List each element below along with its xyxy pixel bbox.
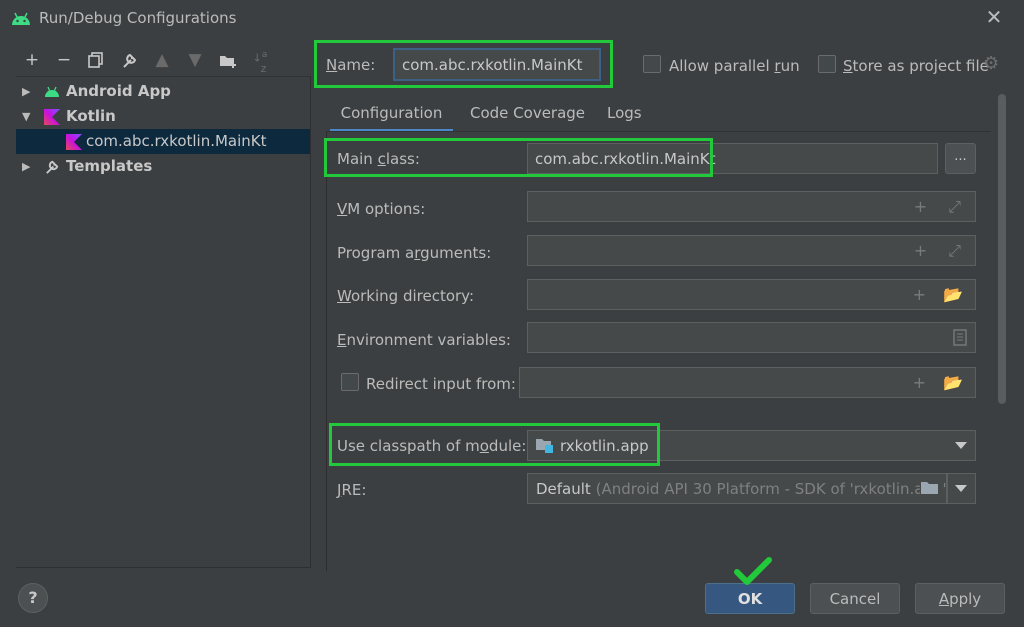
expand-field-icons[interactable]: + ⤢ (914, 197, 969, 217)
help-button[interactable]: ? (18, 583, 48, 613)
tree-item-label: Kotlin (66, 107, 116, 125)
classpath-module-select[interactable]: rxkotlin.app (527, 430, 976, 461)
close-icon[interactable]: ✕ (984, 7, 1004, 27)
jre-hint: (Android API 30 Platform - SDK of 'rxkot… (595, 480, 947, 498)
environment-variables-label: Environment variables: (337, 331, 511, 349)
copy-icon[interactable] (86, 50, 106, 70)
allow-parallel-run-checkbox[interactable] (643, 55, 661, 73)
jre-field[interactable]: Default (Android API 30 Platform - SDK o… (527, 473, 947, 504)
apply-button[interactable]: Apply (915, 583, 1005, 614)
chevron-down-icon[interactable] (955, 442, 967, 449)
configuration-tree: ▶ Android App ▼ Kotlin com.abc.rxkotlin.… (16, 76, 311, 568)
title-bar: Run/Debug Configurations ✕ (0, 0, 1024, 38)
program-arguments-label: Program arguments: (337, 244, 492, 262)
vm-options-label: VM options: (337, 200, 426, 218)
classpath-module-label: Use classpath of module: (337, 437, 527, 455)
classpath-module-value: rxkotlin.app (560, 437, 649, 455)
environment-variables-field[interactable] (527, 322, 976, 353)
name-input[interactable]: com.abc.rxkotlin.MainKt (393, 48, 601, 81)
browse-button[interactable]: ... (945, 143, 976, 174)
program-arguments-field[interactable]: + ⤢ (527, 235, 976, 266)
jre-value: Default (536, 480, 591, 498)
android-icon (45, 86, 59, 97)
cancel-button[interactable]: Cancel (810, 583, 900, 614)
tree-item-label: Android App (66, 82, 171, 100)
redirect-input-field[interactable]: + 📂 (519, 367, 976, 398)
expand-arrow-icon[interactable]: ▶ (22, 154, 30, 179)
tree-item-android-app[interactable]: ▶ Android App (16, 79, 310, 104)
main-class-label: Main class: (337, 150, 420, 168)
redirect-input-label: Redirect input from: (366, 375, 516, 393)
store-as-project-file-label[interactable]: Store as project file (843, 57, 989, 75)
tab-configuration[interactable]: Configuration (330, 102, 453, 132)
jre-label: JRE: (337, 481, 367, 499)
working-directory-label: Working directory: (337, 287, 475, 305)
module-icon (536, 439, 553, 453)
move-down-icon[interactable]: ▼ (185, 50, 205, 70)
redirect-input-checkbox[interactable] (341, 373, 359, 391)
tree-item-label: com.abc.rxkotlin.MainKt (86, 132, 267, 150)
tree-item-kotlin[interactable]: ▼ Kotlin (16, 104, 310, 129)
vertical-scrollbar[interactable] (998, 94, 1006, 404)
document-icon[interactable] (953, 329, 967, 346)
remove-icon[interactable]: − (54, 50, 74, 70)
store-as-project-file-checkbox[interactable] (818, 55, 836, 73)
tree-item-mainkt[interactable]: com.abc.rxkotlin.MainKt (16, 129, 310, 154)
check-mark-icon (734, 557, 772, 585)
expand-field-icons[interactable]: + ⤢ (914, 241, 969, 261)
window-title: Run/Debug Configurations (39, 9, 237, 27)
chevron-down-icon[interactable] (955, 485, 967, 492)
main-class-field[interactable]: com.abc.rxkotlin.MainKt (527, 143, 938, 174)
folder-icon[interactable] (920, 478, 942, 498)
android-studio-icon (12, 12, 30, 25)
tree-item-label: Templates (66, 157, 153, 175)
kotlin-icon (66, 134, 82, 150)
expand-arrow-icon[interactable]: ▶ (22, 79, 30, 104)
gear-icon[interactable]: ⚙ (983, 54, 1003, 74)
working-directory-field[interactable]: + 📂 (527, 279, 976, 310)
wrench-icon (46, 160, 59, 174)
name-label: Name: (326, 56, 376, 74)
folder-add-icon[interactable] (218, 50, 238, 70)
sort-icon[interactable]: ↓a z (250, 50, 270, 74)
folder-icon[interactable]: + 📂 (913, 373, 969, 392)
tab-code-coverage[interactable]: Code Coverage (470, 102, 585, 132)
add-icon[interactable]: + (22, 50, 42, 70)
kotlin-icon (44, 109, 60, 125)
collapse-arrow-icon[interactable]: ▼ (22, 104, 30, 129)
jre-dropdown-button[interactable] (947, 473, 976, 504)
wrench-icon[interactable] (119, 50, 139, 70)
move-up-icon[interactable]: ▲ (152, 50, 172, 70)
vm-options-field[interactable]: + ⤢ (527, 191, 976, 222)
allow-parallel-run-label[interactable]: Allow parallel run (669, 57, 800, 75)
folder-icon[interactable]: + 📂 (913, 285, 969, 304)
tree-item-templates[interactable]: ▶ Templates (16, 154, 310, 179)
tab-logs[interactable]: Logs (607, 102, 642, 132)
